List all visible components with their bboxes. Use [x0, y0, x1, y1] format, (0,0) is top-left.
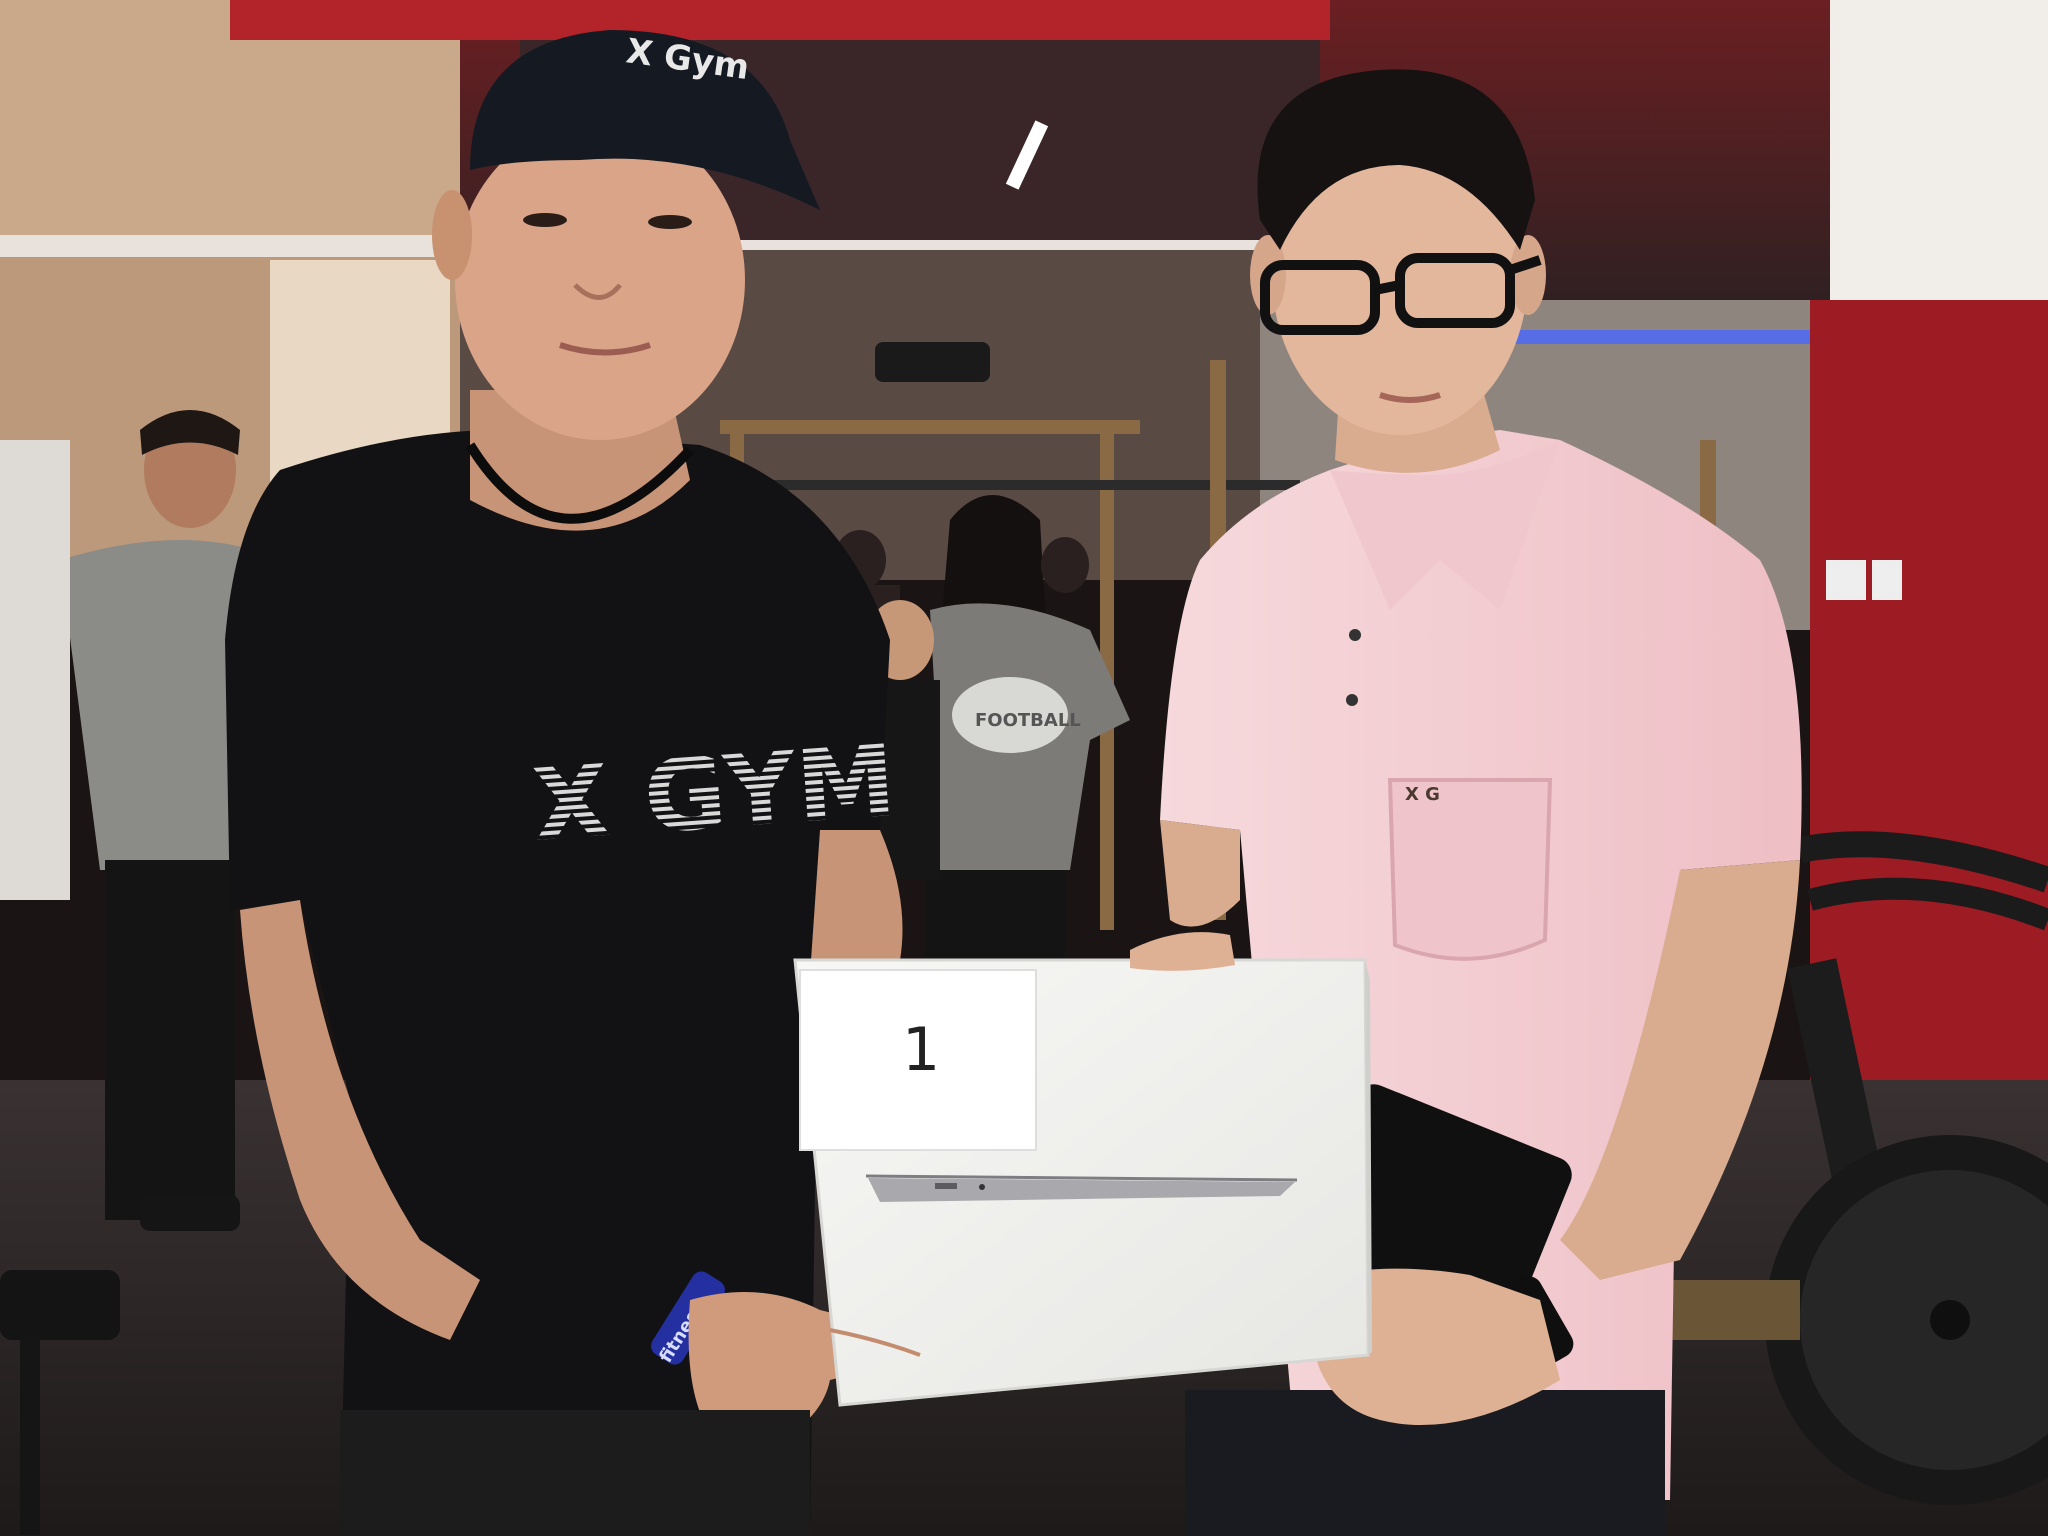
- ceiling-red-band: [230, 0, 1330, 40]
- blue-light-strip: [1500, 330, 1820, 344]
- wall-switch: [1826, 560, 1866, 600]
- mesh-shorts: [340, 1410, 810, 1536]
- right-pillar-white: [1830, 0, 2048, 320]
- laptop-box: 1: [793, 932, 1372, 1407]
- air-conditioner: [0, 440, 70, 900]
- right-man-left-arm: [1160, 820, 1240, 927]
- photo-scene: FOOTBALL X Gym X GYM fitness X G 1: [0, 0, 2048, 1536]
- wall-switch-2: [1872, 560, 1902, 600]
- polo-pocket: [1387, 778, 1553, 961]
- rack-pad: [875, 342, 990, 382]
- stool: [0, 1270, 120, 1340]
- left-man-face: [455, 120, 745, 440]
- gray-shirt-text: FOOTBALL: [975, 710, 1081, 731]
- box-number: 1: [902, 1015, 940, 1085]
- stool-leg: [20, 1335, 40, 1535]
- photo-svg: FOOTBALL X Gym X GYM fitness X G 1: [0, 0, 2048, 1536]
- polo-logo-text: X G: [1405, 784, 1440, 805]
